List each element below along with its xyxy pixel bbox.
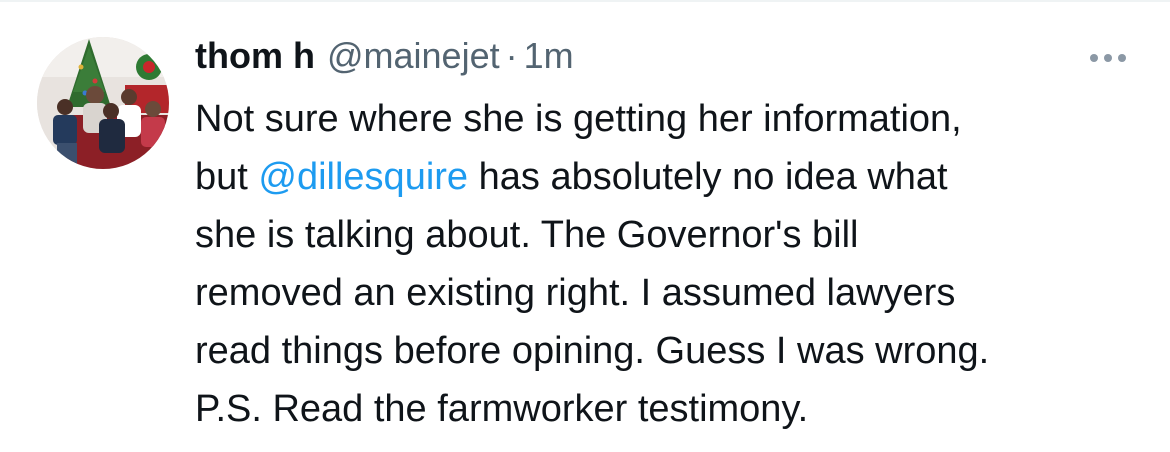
text-segment: Not sure where she is getting her inform… — [195, 98, 962, 140]
text-segment: she is talking about. The Governor's bil… — [195, 214, 859, 256]
text-segment: has absolutely no idea what — [468, 156, 948, 198]
avatar-photo-icon — [37, 37, 169, 169]
tweet-text-line-2: but @dillesquire has absolutely no idea … — [195, 148, 1155, 206]
author-display-name[interactable]: thom h — [195, 35, 315, 77]
tweet-text-line-6: P.S. Read the farmworker testimony. — [195, 380, 1155, 438]
tweet-text: Not sure where she is getting her inform… — [195, 90, 1155, 438]
tweet-text-line-1: Not sure where she is getting her inform… — [195, 90, 1155, 148]
author-handle[interactable]: @mainejet — [327, 35, 500, 77]
tweet-text-line-4: removed an existing right. I assumed law… — [195, 264, 1155, 322]
text-segment: P.S. Read the farmworker testimony. — [195, 388, 809, 430]
more-options-icon — [1090, 54, 1126, 62]
tweet-text-line-5: read things before opining. Guess I was … — [195, 322, 1155, 380]
text-segment: but — [195, 156, 259, 198]
text-segment: read things before opining. Guess I was … — [195, 330, 990, 372]
tweet-timestamp[interactable]: 1m — [524, 35, 574, 77]
tweet[interactable]: thom h @mainejet · 1m Not sure where she… — [0, 0, 1170, 452]
tweet-text-line-3: she is talking about. The Governor's bil… — [195, 206, 1155, 264]
separator-dot: · — [505, 35, 518, 76]
avatar[interactable] — [37, 37, 169, 169]
mention-link[interactable]: @dillesquire — [258, 156, 468, 198]
tweet-header: thom h @mainejet · 1m — [195, 35, 574, 85]
more-options-button[interactable] — [1080, 40, 1136, 76]
text-segment: removed an existing right. I assumed law… — [195, 272, 956, 314]
